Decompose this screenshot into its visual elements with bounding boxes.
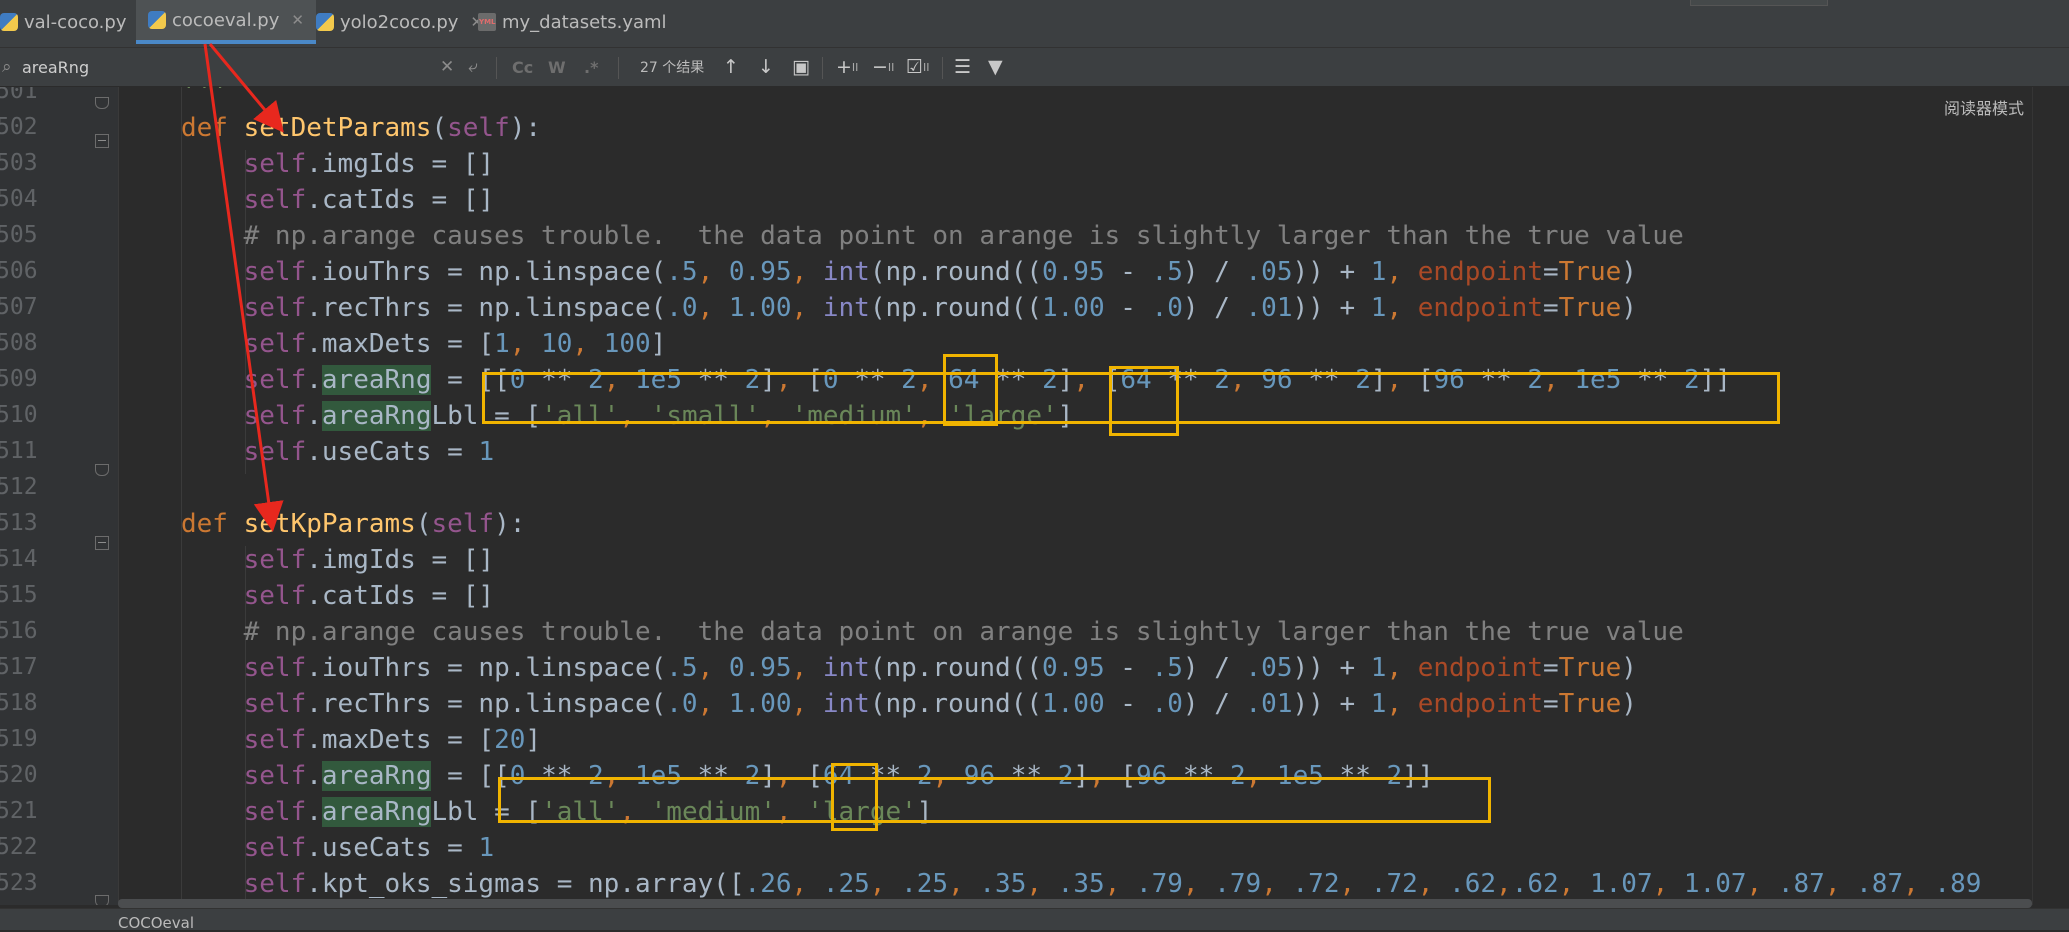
arrow-to-setKpParams (203, 43, 284, 532)
breadcrumb-bar: COCOeval (0, 908, 2069, 932)
horizontal-scrollbar[interactable] (118, 899, 2032, 908)
annotation-arrows (203, 43, 284, 532)
breadcrumb[interactable]: COCOeval (118, 914, 194, 932)
arrow-to-setDetParams (208, 43, 284, 133)
vertical-scrollbar[interactable] (2032, 87, 2069, 905)
